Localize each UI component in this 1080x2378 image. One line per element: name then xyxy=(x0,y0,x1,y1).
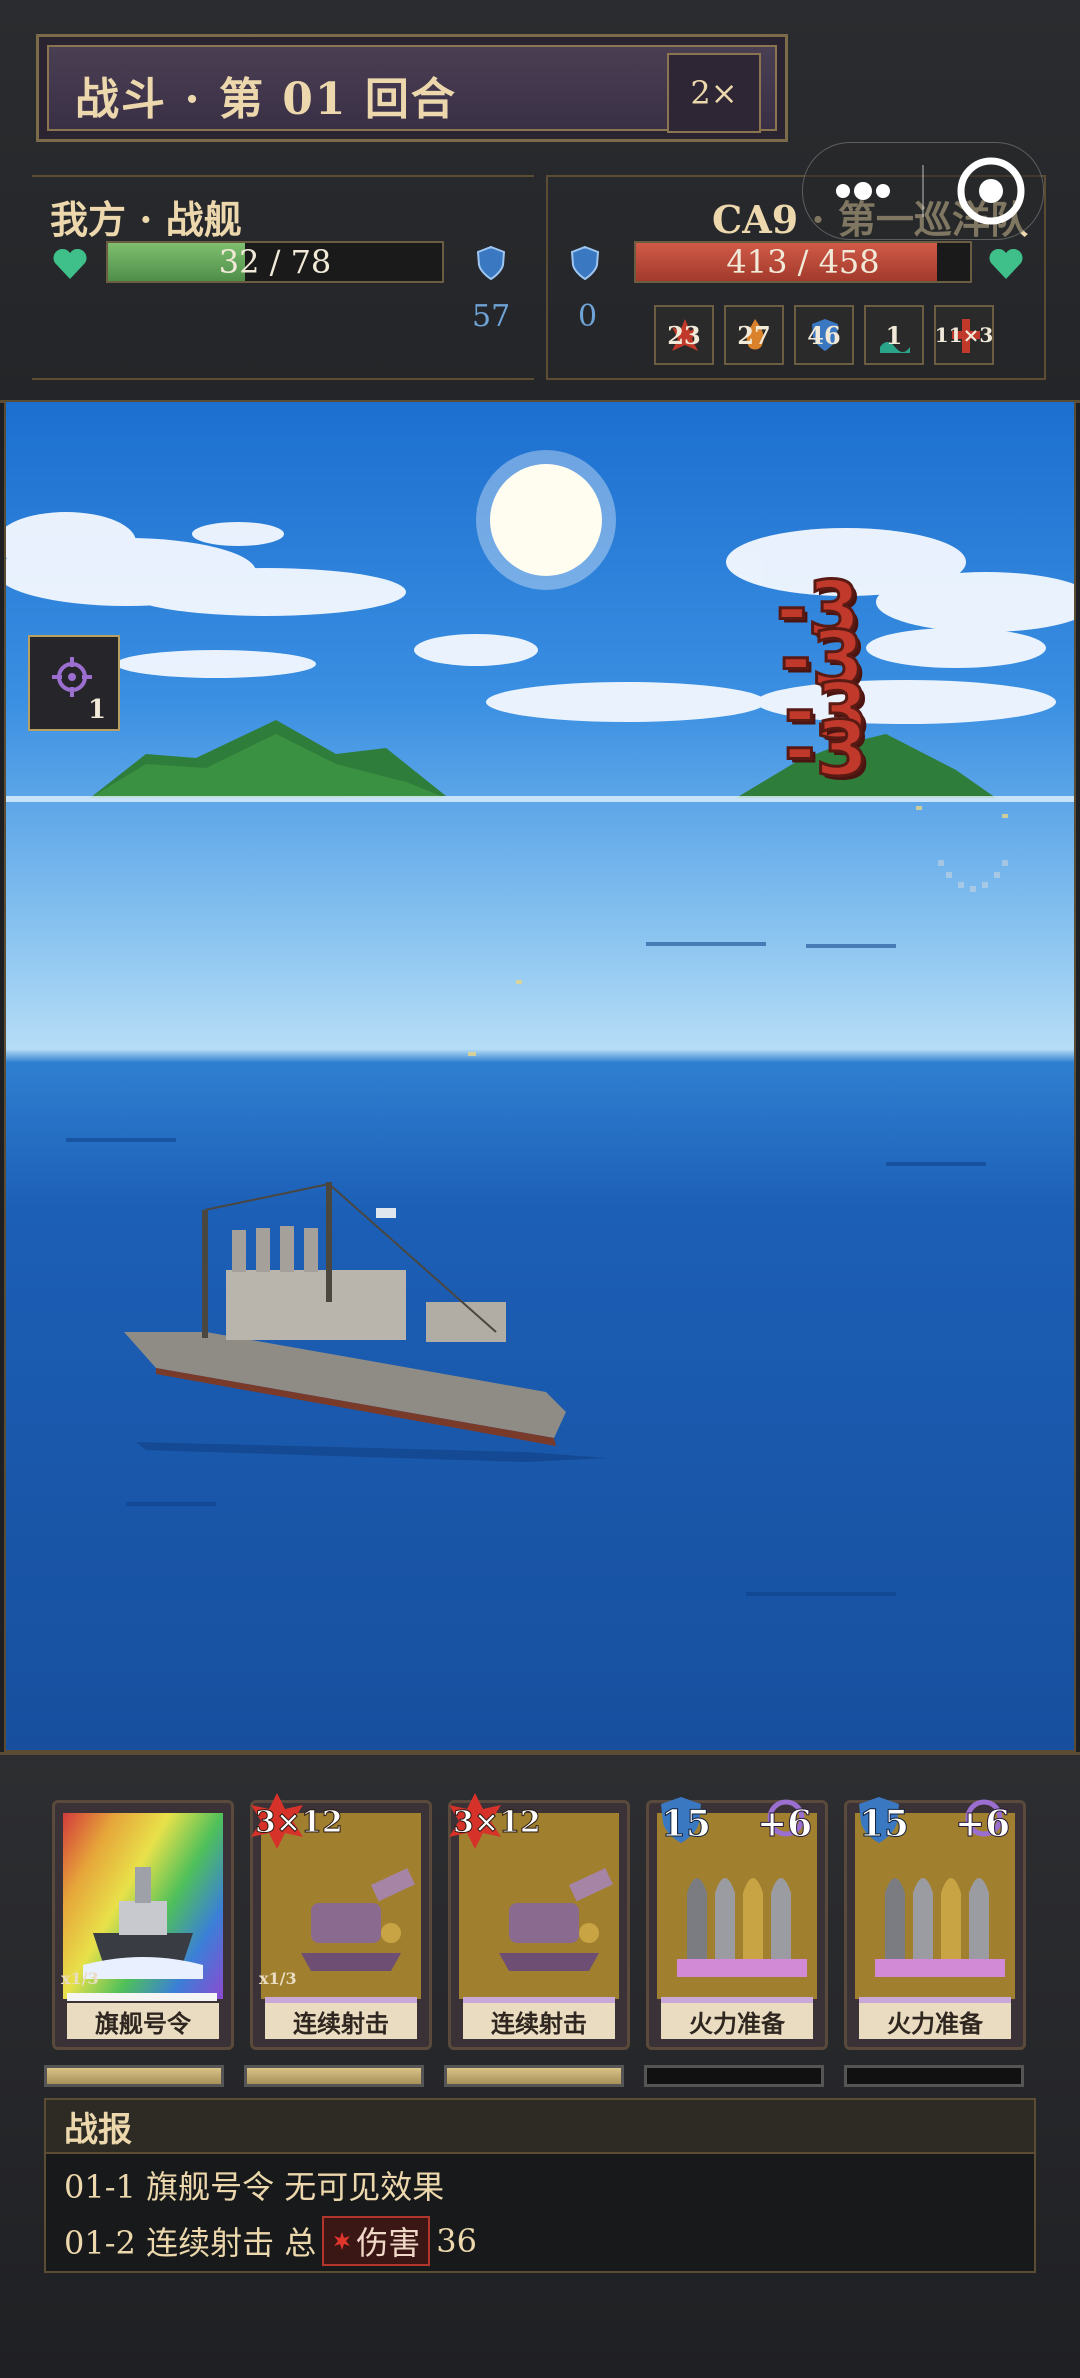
player-panel: 我方 · 战舰 32 / 78 57 xyxy=(32,175,534,380)
card-label: 火力准备 xyxy=(661,1997,813,2039)
energy-fill xyxy=(47,2068,221,2084)
status-value: 1 xyxy=(885,320,903,350)
card-badge: 3×12 xyxy=(255,1805,344,1841)
cannon-icon xyxy=(499,1868,613,1971)
crosshair-icon xyxy=(52,657,92,697)
card-badge-2: +6 xyxy=(756,1803,813,1846)
card-energy-bar xyxy=(244,2065,424,2087)
damage-number: -3 xyxy=(782,703,869,795)
log-value: 36 xyxy=(436,2222,477,2260)
card-energy-bar xyxy=(444,2065,624,2087)
title-inner: 战斗 · 第 01 回合 2× xyxy=(47,45,777,133)
card-highlight xyxy=(67,1993,217,2001)
damage-tag: 伤害 xyxy=(322,2216,431,2266)
card-label: 连续射击 xyxy=(463,1997,615,2039)
log-text: 01-1 旗舰号令 无可见效果 xyxy=(64,2168,445,2206)
battle-header: 战斗 · 第 01 回合 2× 我方 · 战舰 32 / 78 57 CA9 ·… xyxy=(0,0,1080,403)
flagship-icon xyxy=(83,1867,203,1979)
log-entry: 01-2 连续射击 总 伤害 36 xyxy=(64,2216,477,2266)
enemy-shield-value: 0 xyxy=(578,299,598,334)
card-energy-bar xyxy=(44,2065,224,2087)
player-battleship[interactable] xyxy=(124,1182,606,1462)
battle-title: 战斗 · 第 01 回合 xyxy=(75,74,457,125)
card-uses: x1/3 xyxy=(61,1969,99,1988)
energy-fill xyxy=(447,2068,621,2084)
target-skill-slot[interactable]: 1 xyxy=(28,635,120,731)
cannon-icon xyxy=(301,1868,415,1971)
card-fire-preparation[interactable]: 15 +6 火力准备 xyxy=(646,1797,828,2050)
card-uses: x1/3 xyxy=(259,1969,297,1988)
shield-icon xyxy=(570,245,600,281)
player-name: 我方 · 战舰 xyxy=(50,197,242,242)
battle-report-title: 战报 xyxy=(46,2100,1034,2154)
card-fire-preparation[interactable]: 15 +6 火力准备 xyxy=(844,1797,1026,2050)
status-value: 46 xyxy=(807,320,841,350)
skill-slot-count: 1 xyxy=(88,695,107,725)
card-badge-2: +6 xyxy=(954,1803,1011,1846)
more-icon[interactable] xyxy=(833,173,893,209)
battle-scene: -3 -3 -3 -3 xyxy=(4,400,1076,1752)
status-effect-fire[interactable]: 27 xyxy=(724,305,784,365)
card-energy-bar xyxy=(844,2065,1024,2087)
status-effect-bleed[interactable]: 11×3 xyxy=(934,305,994,365)
log-text: 01-2 连续射击 总 xyxy=(64,2224,317,2262)
enemy-hp-text: 413 / 458 xyxy=(726,243,880,281)
card-rapid-fire[interactable]: 3×12 x1/3 连续射击 xyxy=(250,1793,432,2050)
status-effect-burst[interactable]: 23 xyxy=(654,305,714,365)
energy-fill xyxy=(247,2068,421,2084)
status-value: 11×3 xyxy=(934,323,994,347)
card-badge: 15 xyxy=(858,1803,910,1846)
player-shield-value: 57 xyxy=(472,299,511,334)
status-effect-armor[interactable]: 46 xyxy=(794,305,854,365)
card-badge: 15 xyxy=(660,1803,712,1846)
mini-program-capsule xyxy=(802,142,1044,240)
card-flagship-order[interactable]: x1/3 旗舰号令 xyxy=(52,1800,234,2050)
speed-button[interactable]: 2× xyxy=(667,53,761,133)
heart-icon xyxy=(989,248,1023,279)
log-entry: 01-1 旗舰号令 无可见效果 xyxy=(64,2162,444,2208)
battle-report[interactable]: 战报 01-1 旗舰号令 无可见效果 01-2 连续射击 总 伤害 36 xyxy=(44,2098,1036,2273)
card-label: 火力准备 xyxy=(859,1997,1011,2039)
sea-background xyxy=(6,450,1074,1596)
card-label: 旗舰号令 xyxy=(67,2003,219,2039)
status-effect-wave[interactable]: 1 xyxy=(864,305,924,365)
shells-icon xyxy=(875,1878,1005,1977)
title-panel: 战斗 · 第 01 回合 2× xyxy=(36,34,788,142)
red-burst-icon xyxy=(334,2232,351,2250)
player-hp-bar: 32 / 78 xyxy=(106,241,444,283)
damage-tag-label: 伤害 xyxy=(356,2224,421,2262)
close-miniprogram-icon[interactable] xyxy=(951,151,1031,231)
shield-icon xyxy=(476,245,506,281)
enemy-hp-bar: 413 / 458 xyxy=(634,241,972,283)
status-value: 27 xyxy=(737,320,771,350)
player-hp-text: 32 / 78 xyxy=(218,243,332,281)
capsule-divider xyxy=(922,165,924,217)
status-value: 23 xyxy=(667,320,701,350)
card-label: 连续射击 xyxy=(265,1997,417,2039)
card-rapid-fire[interactable]: 3×12 连续射击 xyxy=(448,1793,630,2050)
card-badge: 3×12 xyxy=(453,1805,542,1841)
heart-icon xyxy=(53,248,87,279)
card-energy-bar xyxy=(644,2065,824,2087)
shells-icon xyxy=(677,1878,807,1977)
